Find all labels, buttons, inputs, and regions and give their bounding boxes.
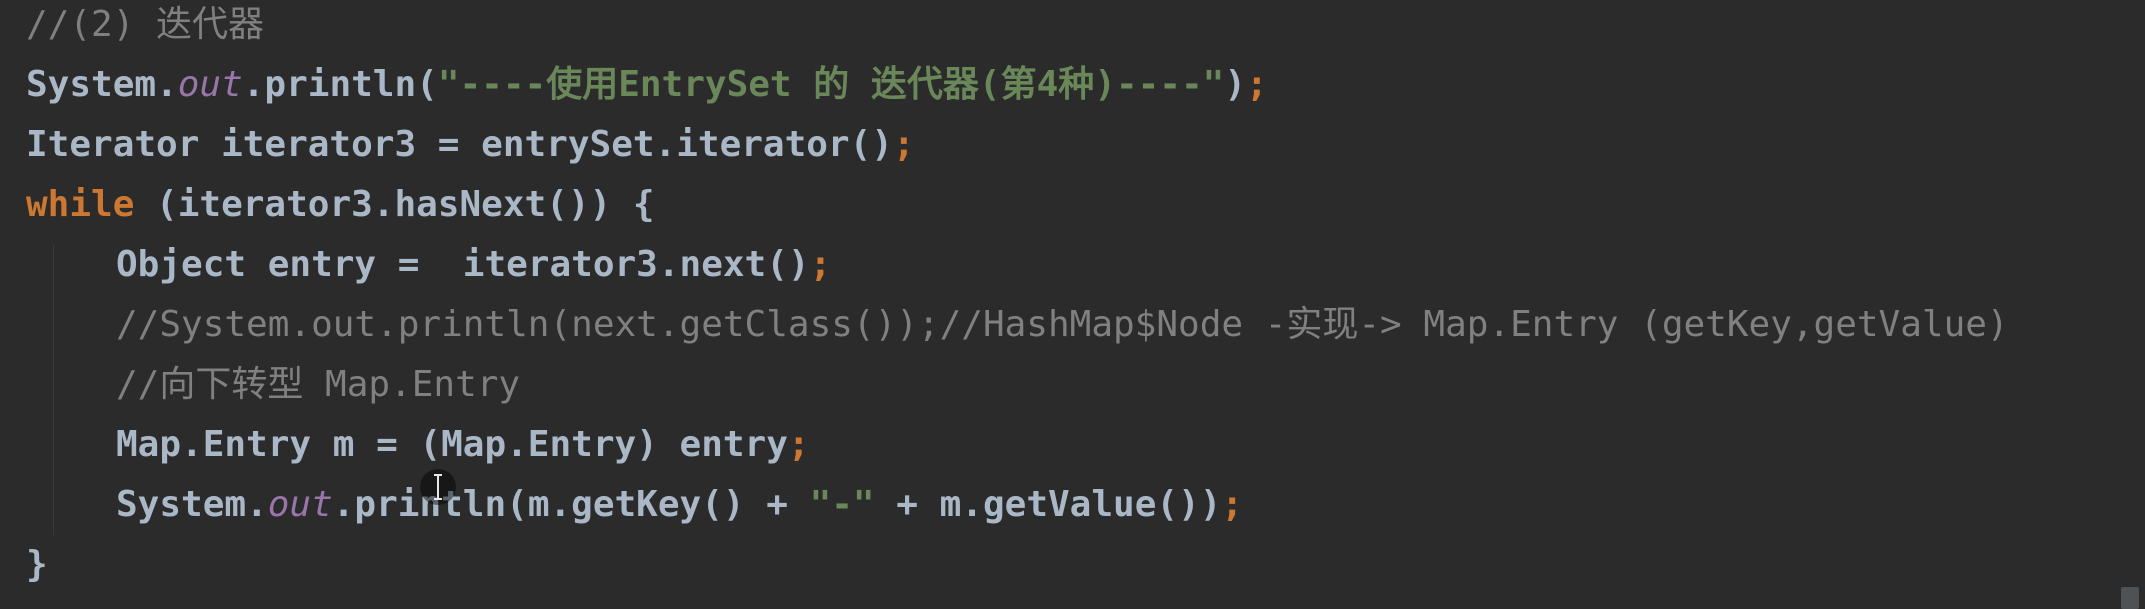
code-token-plain: .println(m.getKey() +: [332, 484, 810, 525]
code-token-field: out: [177, 64, 243, 105]
code-token-punct: ;: [787, 424, 810, 465]
code-token-field: out: [267, 484, 333, 525]
code-line[interactable]: Iterator iterator3 = entrySet.iterator()…: [26, 115, 2105, 175]
code-token-string: "----使用EntrySet 的 迭代器(第4种)----": [437, 64, 1225, 105]
code-token-plain: Object entry = iterator3.next(): [116, 244, 810, 285]
code-token-punct: ;: [892, 124, 915, 165]
code-token-string: "-": [809, 484, 875, 525]
code-line[interactable]: while (iterator3.hasNext()) {: [26, 175, 2105, 235]
scrollbar-thumb[interactable]: [2121, 587, 2139, 609]
code-line[interactable]: //(2) 迭代器: [26, 0, 2105, 55]
code-token-punct: ;: [809, 244, 832, 285]
code-token-punct: ;: [1221, 484, 1244, 525]
code-line[interactable]: Object entry = iterator3.next();: [26, 235, 2105, 295]
code-token-plain: ): [1224, 64, 1247, 105]
code-line[interactable]: }: [26, 535, 2105, 595]
code-token-plain: System.: [116, 484, 268, 525]
code-line[interactable]: Map.Entry m = (Map.Entry) entry;: [26, 415, 2105, 475]
code-token-plain: Map.Entry m = (Map.Entry) entry: [116, 424, 788, 465]
code-token-comment: //向下转型 Map.Entry: [116, 364, 521, 405]
code-line[interactable]: //System.out.println(next.getClass());//…: [26, 295, 2105, 355]
code-token-comment: //(2) 迭代器: [26, 4, 265, 45]
code-token-plain: + m.getValue()): [874, 484, 1222, 525]
code-token-plain: Iterator iterator3 = entrySet.iterator(): [26, 124, 893, 165]
code-token-punct: ;: [1246, 64, 1268, 105]
vertical-scrollbar[interactable]: [2105, 0, 2145, 609]
code-token-plain: }: [26, 544, 48, 585]
code-line[interactable]: //向下转型 Map.Entry: [26, 355, 2105, 415]
code-area[interactable]: //(2) 迭代器 System.out.println("----使用Entry…: [26, 0, 2105, 595]
code-line[interactable]: System.out.println(m.getKey() + "-" + m.…: [26, 475, 2105, 535]
code-token-plain: System.: [26, 64, 178, 105]
code-editor[interactable]: //(2) 迭代器 System.out.println("----使用Entry…: [0, 0, 2145, 609]
code-token-plain: (iterator3.hasNext()) {: [134, 184, 655, 225]
code-token-plain: .println(: [242, 64, 438, 105]
text-cursor-icon: [418, 465, 458, 509]
code-line[interactable]: System.out.println("----使用EntrySet 的 迭代器…: [26, 55, 2105, 115]
code-token-keyword: while: [26, 184, 135, 225]
code-token-comment: //System.out.println(next.getClass());//…: [116, 304, 2009, 345]
